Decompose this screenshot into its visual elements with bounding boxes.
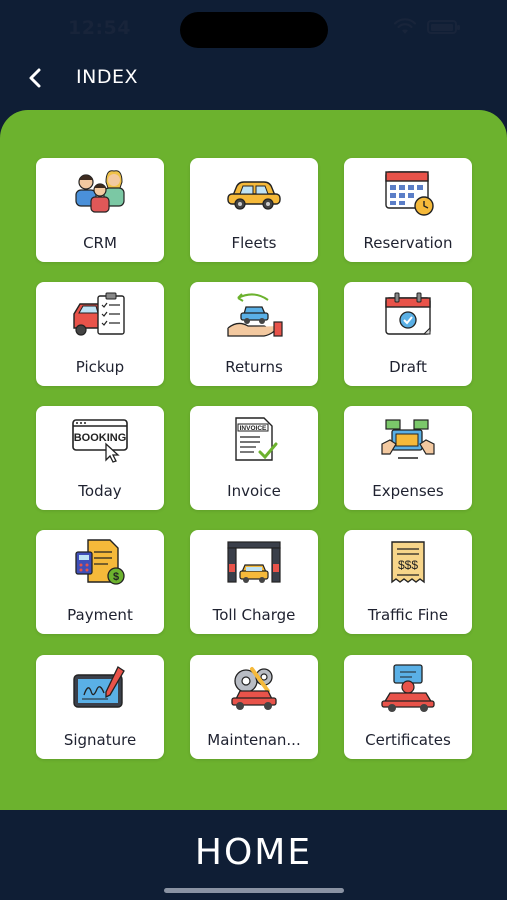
bottom-bar: HOME [0, 810, 507, 900]
app-header: INDEX [0, 58, 507, 98]
fine-receipt-icon: $$$ [391, 541, 425, 584]
tile-today[interactable]: BOOKING Today [36, 406, 164, 510]
tablet-pen-icon [73, 666, 125, 708]
invoice-check-icon: INVOICE [235, 417, 278, 461]
tile-payment[interactable]: $ Payment [36, 530, 164, 634]
tile-label: Reservation [363, 234, 453, 252]
tile-label: Returns [225, 358, 283, 376]
tile-toll-charge[interactable]: Toll Charge [190, 530, 318, 634]
tile-reservation[interactable]: Reservation [344, 158, 472, 262]
car-icon [227, 181, 281, 210]
tile-signature[interactable]: Signature [36, 655, 164, 759]
tile-fleets[interactable]: Fleets [190, 158, 318, 262]
tile-pickup[interactable]: Pickup [36, 282, 164, 386]
page-title: INDEX [76, 66, 138, 88]
home-label[interactable]: HOME [0, 832, 507, 873]
booking-click-icon: BOOKING [72, 419, 128, 463]
tile-label: Payment [67, 606, 133, 624]
car-certificate-icon [381, 664, 435, 712]
tile-label: Fleets [231, 234, 277, 252]
tile-label: Invoice [227, 482, 281, 500]
tile-label: Toll Charge [212, 606, 296, 624]
svg-text:BOOKING: BOOKING [74, 432, 127, 444]
calendar-clock-icon [385, 171, 434, 216]
battery-icon [427, 20, 460, 34]
tile-traffic-fine[interactable]: $$$ Traffic Fine [344, 530, 472, 634]
menu-grid-panel: CRM Fleets Reservation Pickup Returns Dr… [0, 110, 507, 810]
svg-text:$$$: $$$ [398, 558, 418, 572]
car-return-hand-icon [227, 293, 283, 337]
people-group-icon [75, 170, 125, 213]
dynamic-island [180, 12, 328, 48]
toll-gate-icon [227, 541, 281, 583]
tile-expenses[interactable]: Expenses [344, 406, 472, 510]
tile-label: CRM [83, 234, 117, 252]
svg-text:INVOICE: INVOICE [240, 425, 267, 432]
tile-label: Certificates [365, 731, 451, 749]
car-checklist-icon [73, 292, 125, 336]
tile-invoice[interactable]: INVOICE Invoice [190, 406, 318, 510]
wifi-icon [393, 18, 417, 34]
tile-label: Today [78, 482, 122, 500]
tile-returns[interactable]: Returns [190, 282, 318, 386]
tile-crm[interactable]: CRM [36, 158, 164, 262]
tile-certificates[interactable]: Certificates [344, 655, 472, 759]
tile-maintenance[interactable]: Maintenan... [190, 655, 318, 759]
tile-label: Pickup [75, 358, 125, 376]
tile-label: Maintenan... [207, 731, 301, 749]
calendar-check-icon [385, 292, 431, 335]
car-repair-icon [231, 667, 277, 710]
money-transfer-icon [381, 419, 435, 459]
tile-draft[interactable]: Draft [344, 282, 472, 386]
tile-label: Signature [63, 731, 137, 749]
status-time: 12:54 [68, 17, 131, 39]
tile-label: Draft [389, 358, 427, 376]
svg-text:$: $ [113, 571, 119, 583]
back-button[interactable] [20, 62, 50, 94]
tile-label: Expenses [372, 482, 444, 500]
tile-label: Traffic Fine [367, 606, 449, 624]
chevron-left-icon [29, 68, 41, 88]
status-bar: 12:54 [0, 0, 507, 60]
calculator-coin-icon: $ [75, 539, 125, 585]
home-indicator[interactable] [164, 888, 344, 893]
